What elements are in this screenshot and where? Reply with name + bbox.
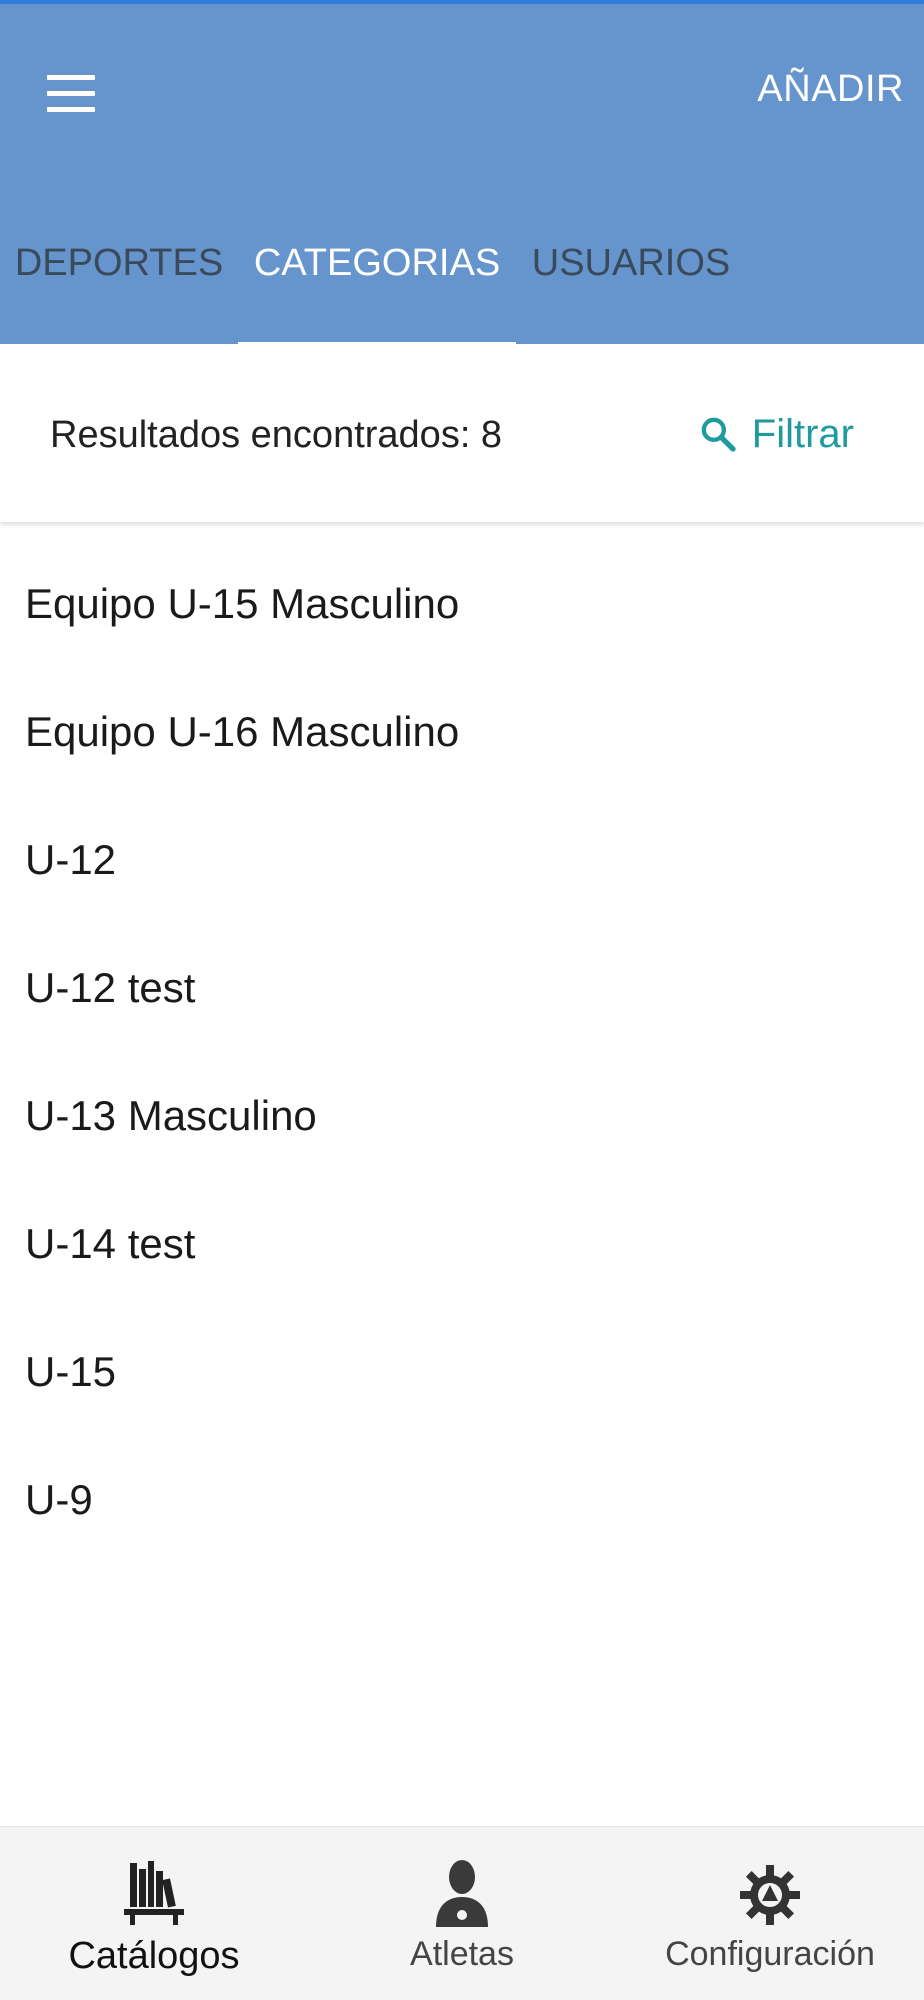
add-button[interactable]: AÑADIR: [757, 68, 904, 111]
menu-icon-line: [47, 90, 95, 96]
nav-atletas[interactable]: Atletas: [308, 1827, 616, 2000]
books-icon: [122, 1851, 186, 1927]
gear-icon: [738, 1851, 802, 1927]
list-item[interactable]: U-13 Masculino: [0, 1052, 924, 1180]
filter-button[interactable]: Filtrar: [698, 408, 854, 460]
list-item[interactable]: U-9: [0, 1436, 924, 1564]
nav-label: Configuración: [665, 1935, 875, 1973]
list-item[interactable]: U-15: [0, 1308, 924, 1436]
nav-configuracion[interactable]: Configuración: [616, 1827, 924, 2000]
search-icon: [701, 417, 736, 452]
list-item[interactable]: U-12: [0, 796, 924, 924]
nav-label: Catálogos: [68, 1935, 240, 1977]
app-screen: AÑADIR DEPORTES CATEGORIAS USUARIOS Resu…: [0, 0, 924, 2000]
bottom-navigation: Catálogos Atletas Configuración: [0, 1826, 924, 2000]
menu-icon-line: [47, 106, 95, 112]
list-item[interactable]: U-14 test: [0, 1180, 924, 1308]
tab-usuarios[interactable]: USUARIOS: [516, 224, 746, 348]
tab-bar: DEPORTES CATEGORIAS USUARIOS: [0, 224, 924, 348]
category-list: Equipo U-15 Masculino Equipo U-16 Mascul…: [0, 540, 924, 1564]
list-item[interactable]: U-12 test: [0, 924, 924, 1052]
nav-label: Atletas: [410, 1935, 514, 1973]
tab-categorias[interactable]: CATEGORIAS: [238, 224, 516, 348]
filter-label: Filtrar: [751, 411, 854, 456]
list-item[interactable]: Equipo U-16 Masculino: [0, 668, 924, 796]
tab-deportes[interactable]: DEPORTES: [0, 224, 238, 348]
menu-icon-line: [47, 74, 95, 80]
athlete-icon: [432, 1851, 492, 1927]
nav-catalogos[interactable]: Catálogos: [0, 1827, 308, 2000]
menu-button[interactable]: [36, 58, 106, 128]
app-header: AÑADIR DEPORTES CATEGORIAS USUARIOS: [0, 0, 924, 348]
list-item[interactable]: Equipo U-15 Masculino: [0, 540, 924, 668]
results-bar: Resultados encontrados: 8 Filtrar: [0, 344, 924, 522]
results-count: Resultados encontrados: 8: [50, 414, 503, 456]
